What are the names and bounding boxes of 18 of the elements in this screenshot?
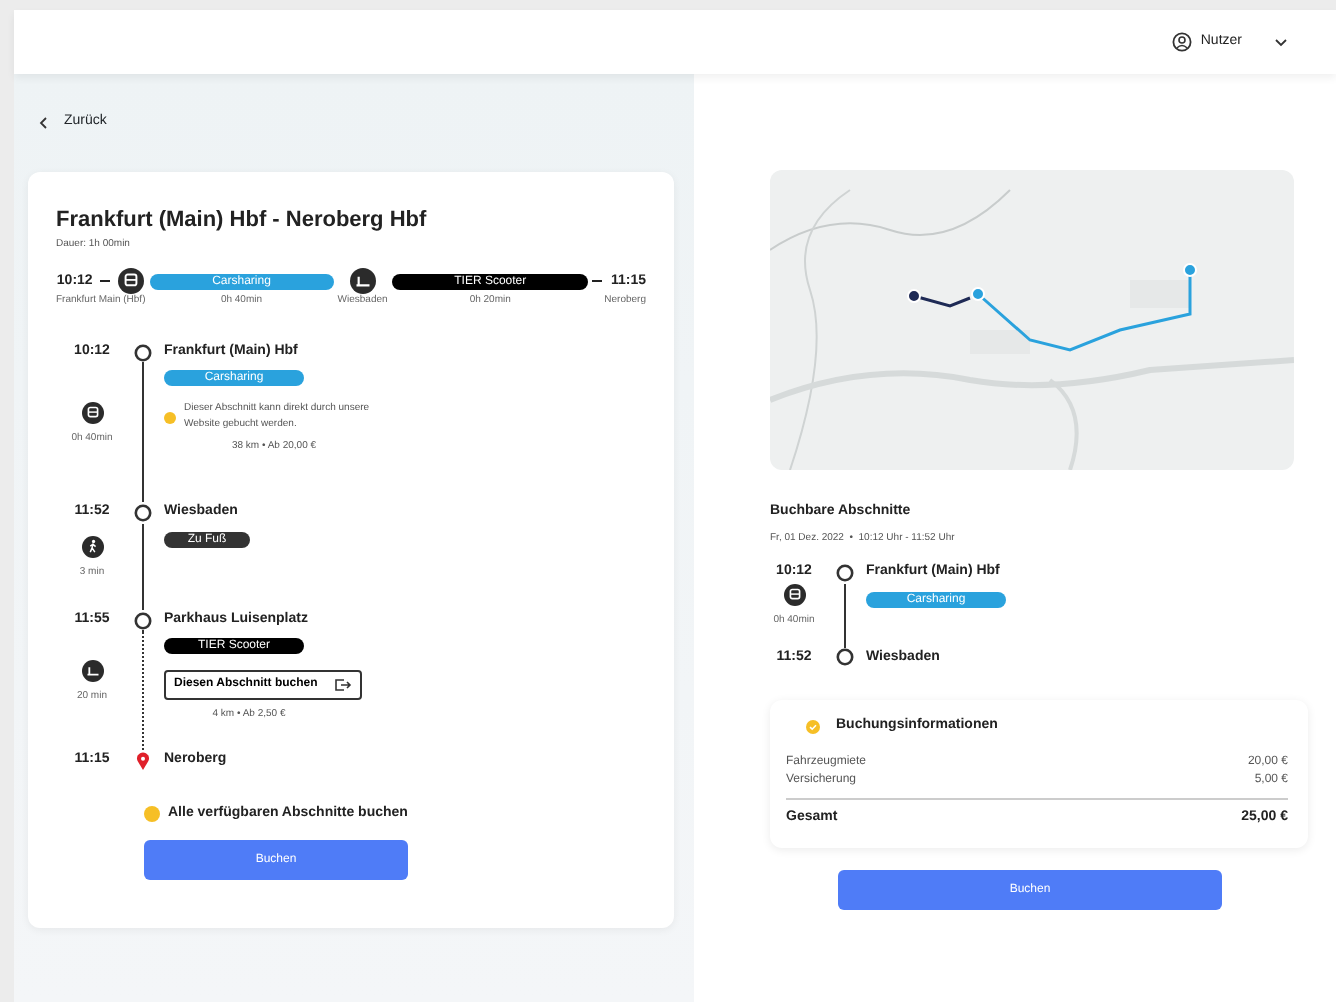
car-icon	[118, 268, 145, 295]
stop-circle-icon	[133, 343, 151, 361]
checkbox[interactable]	[144, 806, 160, 822]
stop-circle-icon	[133, 504, 151, 522]
chevron-down-icon	[1274, 37, 1288, 47]
walking-person-icon	[81, 536, 103, 558]
car-icon	[783, 584, 805, 607]
check-circle-icon	[806, 719, 820, 734]
stop-circle-icon	[835, 648, 853, 667]
stop-circle-icon	[133, 611, 151, 629]
car-icon	[81, 402, 103, 424]
location-pin-icon	[135, 752, 149, 770]
chevron-left-icon	[38, 115, 48, 130]
stop-circle-icon	[835, 563, 853, 582]
user-icon	[1172, 32, 1193, 52]
exit-arrow-icon	[333, 678, 352, 693]
trip-title: Frankfurt (Main) Hbf - Neroberg Hbf	[56, 206, 429, 237]
info-dot-icon	[164, 411, 176, 424]
